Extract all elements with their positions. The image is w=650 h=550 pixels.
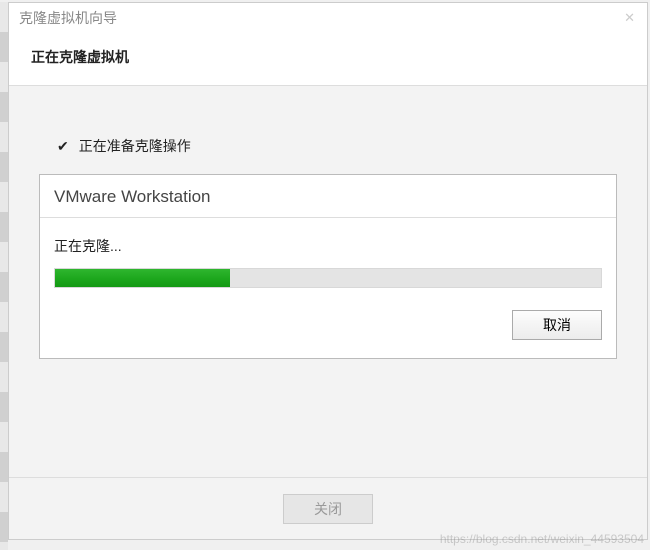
close-icon[interactable]: ✕: [624, 11, 635, 24]
window-left-edge-decoration: [0, 2, 8, 550]
progress-bar-fill: [55, 269, 230, 287]
wizard-body: ✔ 正在准备克隆操作 VMware Workstation 正在克隆... 取消: [9, 86, 647, 477]
progress-status-text: 正在克隆...: [40, 218, 616, 264]
checkmark-icon: ✔: [57, 138, 69, 155]
close-button: 关闭: [283, 494, 373, 524]
wizard-header: 正在克隆虚拟机: [9, 33, 647, 86]
progress-dialog-buttons: 取消: [40, 288, 616, 340]
step-label: 正在准备克隆操作: [79, 136, 191, 156]
wizard-dialog: 克隆虚拟机向导 ✕ 正在克隆虚拟机 ✔ 正在准备克隆操作 VMware Work…: [8, 2, 648, 540]
titlebar: 克隆虚拟机向导 ✕: [9, 3, 647, 33]
progress-bar: [54, 268, 602, 288]
cancel-button[interactable]: 取消: [512, 310, 602, 340]
progress-dialog-title: VMware Workstation: [40, 175, 616, 218]
progress-dialog: VMware Workstation 正在克隆... 取消: [39, 174, 617, 359]
page-title: 正在克隆虚拟机: [31, 47, 625, 67]
step-preparing: ✔ 正在准备克隆操作: [39, 136, 617, 156]
wizard-footer: 关闭: [9, 477, 647, 539]
window-title: 克隆虚拟机向导: [19, 8, 117, 28]
